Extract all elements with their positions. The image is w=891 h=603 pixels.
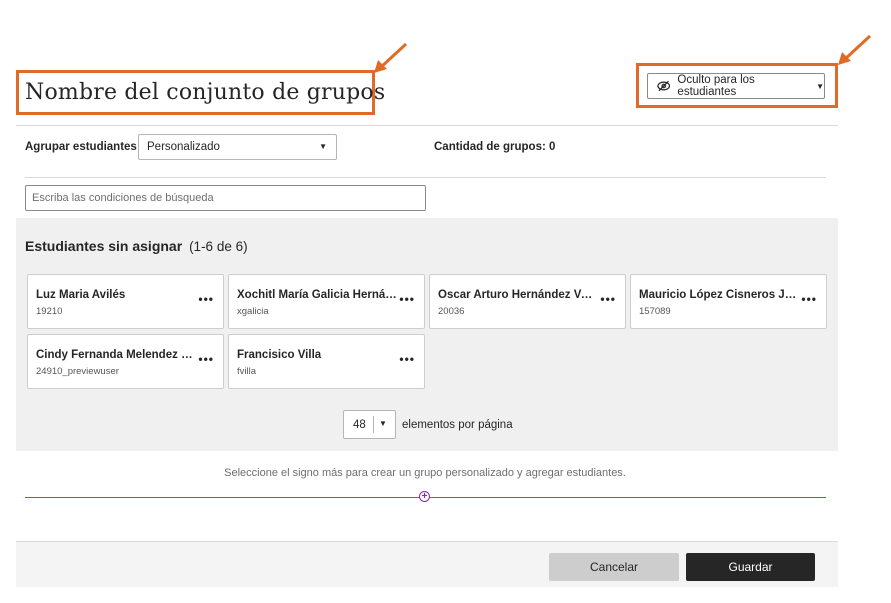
student-name: Oscar Arturo Hernández Vazquez	[438, 289, 598, 301]
student-name: Xochitl María Galicia Hernández	[237, 289, 397, 301]
student-card[interactable]: Francisico Villa fvilla •••	[228, 334, 425, 389]
student-card[interactable]: Cindy Fernanda Melendez Ruíz 24910_previ…	[27, 334, 224, 389]
unassigned-title-text: Estudiantes sin asignar	[25, 238, 183, 254]
visibility-dropdown-button[interactable]: Oculto para los estudiantes ▼	[647, 73, 825, 99]
student-card[interactable]: Mauricio López Cisneros Jiménez 157089 •…	[630, 274, 827, 329]
create-group-hint: Seleccione el signo más para crear un gr…	[224, 467, 626, 479]
caret-down-icon: ▼	[379, 419, 387, 428]
divider	[25, 177, 826, 178]
student-name: Mauricio López Cisneros Jiménez	[639, 289, 799, 301]
student-card[interactable]: Oscar Arturo Hernández Vazquez 20036 •••	[429, 274, 626, 329]
search-placeholder: Escriba las condiciones de búsqueda	[32, 192, 214, 204]
student-id: xgalicia	[237, 306, 269, 317]
divider	[373, 416, 374, 433]
student-name: Francisico Villa	[237, 349, 322, 361]
group-students-label: Agrupar estudiantes	[25, 141, 137, 153]
student-card[interactable]: Luz Maria Avilés 19210 •••	[27, 274, 224, 329]
per-page-value: 48	[353, 419, 366, 431]
group-mode-select[interactable]: Personalizado ▼	[138, 134, 337, 160]
group-count-label: Cantidad de grupos: 0	[434, 141, 556, 153]
group-mode-value: Personalizado	[147, 141, 220, 153]
per-page-label: elementos por página	[402, 419, 513, 431]
annotation-arrow-icon	[838, 34, 872, 65]
student-card[interactable]: Xochitl María Galicia Hernández xgalicia…	[228, 274, 425, 329]
caret-down-icon: ▼	[816, 81, 824, 91]
divider	[16, 125, 838, 126]
per-page-select[interactable]: 48 ▼	[343, 410, 396, 439]
add-group-plus-icon[interactable]: +	[419, 491, 430, 502]
more-options-icon[interactable]: •••	[600, 292, 616, 306]
eye-slash-icon	[657, 80, 671, 92]
more-options-icon[interactable]: •••	[399, 292, 415, 306]
annotation-arrow-icon	[374, 42, 408, 73]
student-id: 157089	[639, 306, 671, 317]
student-id: 20036	[438, 306, 465, 317]
student-name: Cindy Fernanda Melendez Ruíz	[36, 349, 196, 361]
page-title[interactable]: Nombre del conjunto de grupos	[25, 80, 385, 105]
student-id: 24910_previewuser	[36, 366, 119, 377]
more-options-icon[interactable]: •••	[198, 352, 214, 366]
student-id: fvilla	[237, 366, 257, 377]
cancel-button[interactable]: Cancelar	[549, 553, 679, 581]
more-options-icon[interactable]: •••	[198, 292, 214, 306]
student-name: Luz Maria Avilés	[36, 289, 126, 301]
search-input[interactable]: Escriba las condiciones de búsqueda	[25, 185, 426, 211]
unassigned-count: (1-6 de 6)	[189, 239, 248, 254]
unassigned-title: Estudiantes sin asignar (1-6 de 6)	[25, 238, 248, 254]
more-options-icon[interactable]: •••	[399, 352, 415, 366]
student-id: 19210	[36, 306, 63, 317]
visibility-label: Oculto para los estudiantes	[677, 74, 755, 98]
caret-down-icon: ▼	[319, 142, 327, 151]
more-options-icon[interactable]: •••	[801, 292, 817, 306]
save-button[interactable]: Guardar	[686, 553, 815, 581]
